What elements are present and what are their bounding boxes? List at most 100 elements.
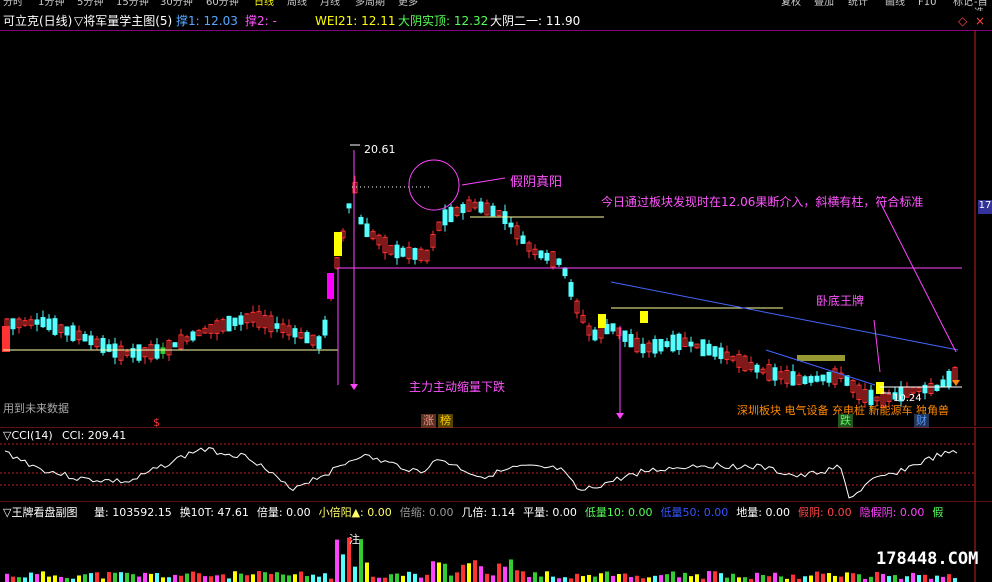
volume-bar [905,576,909,582]
volume-bar [77,575,81,582]
subpanel-item-7: 低量10: 0.00 [584,506,653,519]
highlight-candle [2,326,10,352]
toolbar-button-0[interactable]: 复权 [781,0,801,8]
volume-bar [215,575,219,582]
zhang-tag: 涨 [421,414,436,428]
volume-bar [953,578,957,582]
candle-body [790,371,796,386]
candle-body [502,211,508,225]
candle-body [412,247,418,260]
price-axis-marker: 17 [978,200,992,214]
period-tab-5[interactable]: 60分钟 [206,0,239,8]
subpanel-label[interactable]: ▽王牌看盘副图 [3,504,77,520]
period-tab-0[interactable]: 分时 [3,0,23,8]
period-tab-3[interactable]: 15分钟 [116,0,149,8]
volume-bar [671,571,675,582]
period-tab-2[interactable]: 5分钟 [77,0,103,8]
candle-body [316,336,322,349]
settings-diamond-icon[interactable]: ◇ [958,12,967,30]
volume-bar [449,575,453,582]
candle-body [112,343,118,358]
volume-bar [857,574,861,582]
volume-bar [947,574,951,582]
candle-body [664,341,670,347]
volume-bar [743,577,747,582]
candle-body [394,244,400,259]
candle-body [40,317,46,328]
candle-body [508,222,514,228]
toolbar-button-5[interactable]: 标记 [953,0,973,8]
volume-bar [941,576,945,582]
watermark: 178448.COM [876,549,979,569]
volume-bar [329,578,333,582]
subpanel-values: 量: 103592.15 换10T: 47.61 倍量: 0.00 小倍阳▲: 0.0… [94,504,951,520]
candle-body [520,235,526,244]
period-tab-8[interactable]: 月线 [320,0,340,8]
volume-bar [149,573,153,582]
volume-bar [653,575,657,582]
period-tab-1[interactable]: 1分钟 [38,0,64,8]
volume-bar [425,574,429,582]
period-tab-4[interactable]: 30分钟 [160,0,193,8]
volume-bar [515,570,519,582]
volume-bar [197,573,201,582]
volume-bar [35,574,39,582]
volume-bar [623,573,627,582]
toolbar-button-1[interactable]: 叠加 [814,0,834,8]
candle-body [772,367,778,381]
candle-body [82,334,88,342]
period-tab-7[interactable]: 周线 [287,0,307,8]
main-candlestick-chart[interactable] [0,30,992,426]
main-indicator-label[interactable]: ▽将军量学主图(5) [74,12,172,30]
volume-bar [935,575,939,582]
period-tab-10[interactable]: 更多 [398,0,418,8]
cai-tag: 财 [914,414,929,428]
note-arrow [879,201,957,353]
volume-bar [833,575,837,582]
volume-bar [419,577,423,582]
volume-bar [221,574,225,582]
candle-body [562,267,568,277]
volume-bar [821,573,825,582]
volume-bar [155,573,159,582]
subpanel-item-12: 假 [932,506,944,519]
volume-bar [737,577,741,582]
candle-body [490,205,496,217]
volume-bar [95,572,99,582]
volume-bar [383,577,387,582]
volume-bar [527,577,531,582]
candle-body [700,339,706,357]
toolbar-button-4[interactable]: F10 [918,0,936,8]
volume-bar [413,573,417,582]
volume-bar [533,572,537,582]
cci-panel[interactable] [0,427,992,501]
candle-body [640,343,646,354]
volume-bar [143,572,147,582]
cci-label[interactable]: ▽CCI(14) [3,429,53,442]
toolbar-button-2[interactable]: 统计 [848,0,868,8]
subpanel-item-10: 假阴: 0.00 [797,506,852,519]
volume-bar [131,574,135,582]
candle-body [808,376,814,383]
volume-bar [467,563,471,582]
candle-body [460,204,466,214]
candle-body [544,252,550,261]
toolbar-button-6[interactable]: -自选 [974,0,992,11]
volume-bar [509,559,513,582]
toolbar-button-3[interactable]: 画线 [885,0,905,8]
volume-bar [401,575,405,582]
candle-body [670,334,676,352]
volume-bar [59,576,63,582]
period-tab-9[interactable]: 多周期 [355,0,385,8]
volume-bar [281,574,285,582]
dayin-shiding-value: 大阴实顶: 12.32 [398,14,489,28]
close-icon[interactable]: × [975,12,985,30]
candle-body [940,379,946,388]
volume-bar [395,573,399,582]
volume-bar [305,576,309,582]
period-tab-6[interactable]: 日线 [254,0,274,8]
volume-bar [101,578,105,582]
volume-bar [473,560,477,582]
volume-bar [869,576,873,582]
subpanel-item-4: 倍缩: 0.00 [399,506,454,519]
